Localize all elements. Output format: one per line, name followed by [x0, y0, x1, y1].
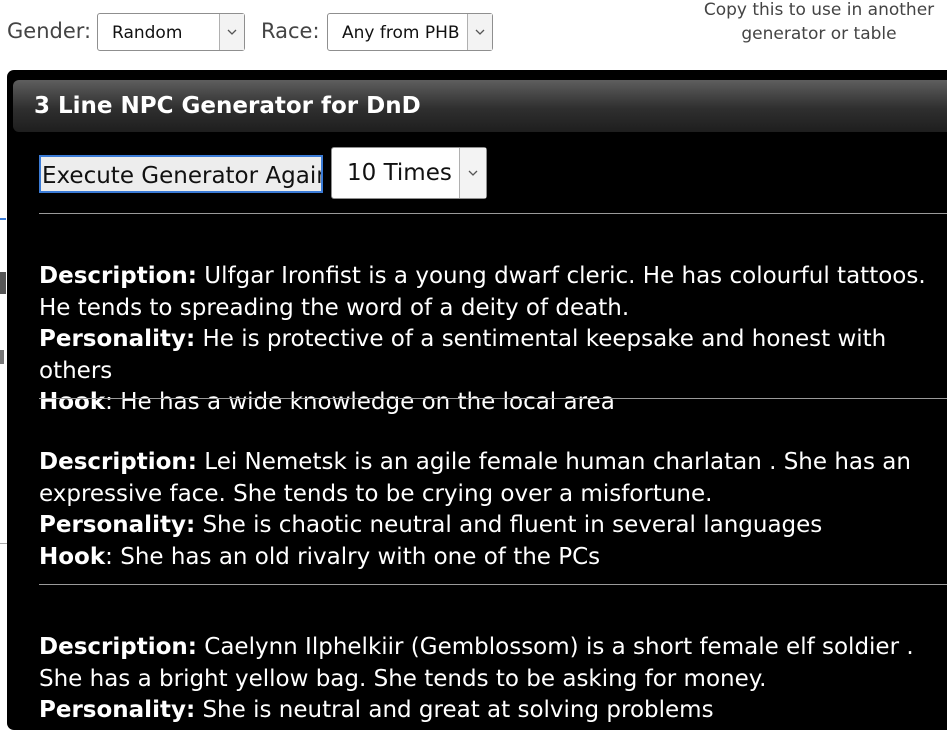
personality-text: She is neutral and great at solving prob… — [195, 697, 714, 723]
chevron-down-icon — [459, 148, 486, 198]
hook-text: : He has a wide knowledge on the local a… — [105, 389, 615, 415]
npc-personality: Personality: He is protective of a senti… — [39, 324, 944, 387]
npc-personality: Personality: She is chaotic neutral and … — [39, 510, 944, 542]
gender-select-value: Random — [112, 23, 183, 43]
divider — [39, 398, 947, 399]
options-bar: Gender: Random Race: Any from PHB Copy t… — [0, 0, 947, 70]
race-label: Race: — [261, 19, 320, 43]
npc-entry: Description: Ulfgar Ironfist is a young … — [39, 261, 944, 419]
race-select[interactable]: Any from PHB — [327, 13, 493, 51]
npc-description: Description: Lei Nemetsk is an agile fem… — [39, 447, 944, 510]
npc-hook: Hook: She has an old rivalry with one of… — [39, 542, 944, 574]
generator-panel: 3 Line NPC Generator for DnD Execute Gen… — [7, 70, 947, 730]
description-label: Description: — [39, 449, 197, 475]
description-label: Description: — [39, 263, 197, 289]
personality-text: She is chaotic neutral and fluent in sev… — [195, 512, 823, 538]
npc-personality: Personality: She is neutral and great at… — [39, 695, 944, 727]
npc-entry: Description: Lei Nemetsk is an agile fem… — [39, 447, 944, 573]
chevron-down-icon — [219, 14, 244, 50]
gender-select[interactable]: Random — [97, 13, 245, 51]
times-select-value: 10 Times — [347, 160, 452, 186]
divider — [39, 213, 947, 214]
description-label: Description: — [39, 634, 197, 660]
hook-label: Hook — [39, 543, 106, 570]
hook-text: : She has an old rivalry with one of the… — [105, 543, 601, 570]
copy-note: Copy this to use in another generator or… — [703, 0, 935, 44]
divider — [39, 584, 947, 585]
personality-label: Personality: — [39, 512, 196, 538]
panel-title: 3 Line NPC Generator for DnD — [34, 93, 421, 119]
npc-description: Description: Ulfgar Ironfist is a young … — [39, 261, 944, 324]
race-select-value: Any from PHB — [342, 23, 460, 43]
hook-label: Hook — [39, 389, 106, 415]
chevron-down-icon — [467, 14, 492, 50]
npc-hook: Hook: He has a wide knowledge on the loc… — [39, 387, 944, 419]
npc-description: Description: Caelynn Ilphelkiir (Gemblos… — [39, 632, 944, 695]
times-select[interactable]: 10 Times — [331, 147, 487, 199]
execute-generator-button[interactable]: Execute Generator Again — [39, 155, 323, 193]
personality-label: Personality: — [39, 697, 196, 723]
npc-entry: Description: Caelynn Ilphelkiir (Gemblos… — [39, 632, 944, 727]
gender-label: Gender: — [7, 19, 92, 43]
personality-label: Personality: — [39, 326, 196, 352]
